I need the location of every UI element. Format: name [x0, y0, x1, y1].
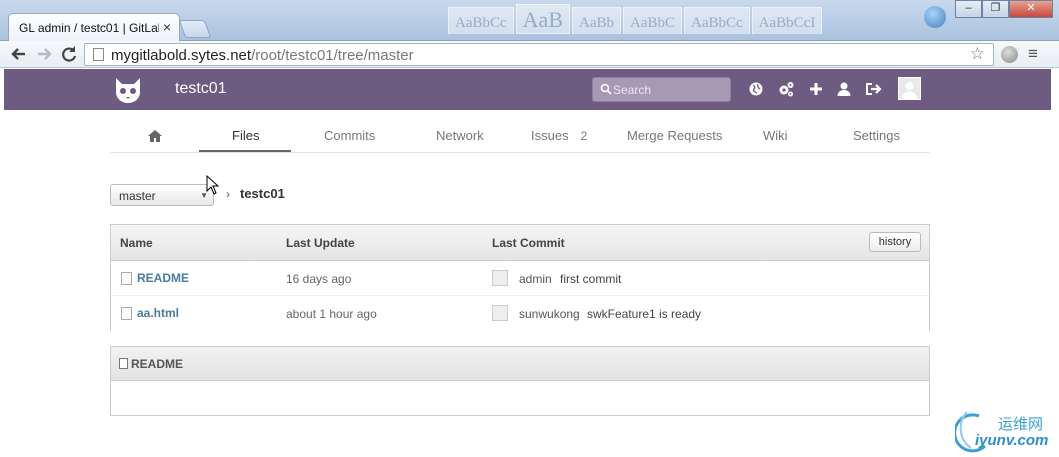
url-host: mygitlabold.sytes.net: [111, 47, 252, 64]
breadcrumb-project[interactable]: testc01: [240, 186, 285, 201]
background-word-ribbon: AaBbCc AaB AaBb AaBbC AaBbCc AaBbCcI: [448, 4, 928, 34]
gitlab-header: testc01: [4, 69, 1051, 110]
user-profile-icon[interactable]: [834, 79, 854, 99]
forward-arrow-icon[interactable]: [33, 43, 55, 65]
table-row[interactable]: README 16 days ago admin first commit: [111, 261, 929, 296]
commit-message-link[interactable]: swkFeature1 is ready: [587, 307, 701, 321]
commit-author[interactable]: admin: [519, 272, 552, 286]
sign-out-icon[interactable]: [863, 79, 883, 99]
file-tree-table: Name Last Update Last Commit history REA…: [110, 224, 930, 331]
search-box[interactable]: [592, 77, 731, 102]
column-header-name: Name: [120, 236, 153, 250]
new-tab-button[interactable]: [178, 20, 212, 38]
close-window-button[interactable]: ✕: [1009, 0, 1053, 18]
issues-count-badge: 2: [580, 129, 588, 143]
tab-files[interactable]: Files: [232, 128, 259, 143]
address-bar[interactable]: mygitlabold.sytes.net/root/testc01/tree/…: [84, 43, 994, 66]
column-header-last-commit: Last Commit: [492, 236, 565, 250]
last-update-cell: 16 days ago: [286, 272, 352, 286]
readme-title: README: [131, 357, 184, 371]
project-nav: Files Commits Network Issues 2 Merge Requ…: [110, 120, 930, 153]
browser-toolbar: mygitlabold.sytes.net/root/testc01/tree/…: [0, 41, 1059, 68]
project-title[interactable]: testc01: [175, 80, 227, 98]
file-icon: [121, 307, 132, 320]
branch-select-value: master: [119, 189, 156, 203]
gitlab-logo-icon[interactable]: [112, 74, 144, 106]
tab-close-button[interactable]: ×: [163, 19, 171, 35]
tab-commits[interactable]: Commits: [324, 128, 375, 143]
file-name-link[interactable]: README: [137, 271, 189, 285]
file-icon: [121, 272, 132, 285]
active-tab-indicator: [199, 150, 291, 152]
admin-gears-icon[interactable]: [776, 79, 796, 99]
ribbon-style: AaBb: [572, 7, 621, 34]
tab-issues-label: Issues: [531, 128, 569, 143]
bookmark-star-icon[interactable]: ☆: [970, 44, 985, 64]
table-header: Name Last Update Last Commit history: [111, 225, 929, 261]
browser-tab[interactable]: GL admin / testc01 | GitLab ×: [8, 13, 180, 41]
readme-panel: README: [110, 346, 930, 416]
tab-wiki[interactable]: Wiki: [763, 128, 788, 143]
page-icon: [93, 48, 104, 61]
tab-network[interactable]: Network: [436, 128, 484, 143]
ribbon-style: AaBbC: [623, 7, 682, 34]
tab-issues[interactable]: Issues 2: [531, 128, 587, 143]
history-button[interactable]: history: [869, 232, 921, 252]
ribbon-style: AaBbCcI: [751, 7, 823, 34]
plus-icon[interactable]: [806, 79, 826, 99]
watermark-url: iyunv.com: [975, 432, 1049, 449]
browser-titlebar: AaBbCc AaB AaBb AaBbC AaBbCc AaBbCcI GL admin…: [0, 0, 1059, 41]
file-name-link[interactable]: aa.html: [137, 306, 179, 320]
commit-message-link[interactable]: first commit: [560, 272, 621, 286]
file-icon: [119, 358, 128, 369]
window-controls: ‒ ❐ ✕: [955, 0, 1053, 18]
commit-author[interactable]: sunwukong: [519, 307, 580, 321]
search-input[interactable]: [613, 81, 725, 99]
table-row[interactable]: aa.html about 1 hour ago sunwukong swkFe…: [111, 296, 929, 331]
browser-menu-icon[interactable]: ≡: [1028, 44, 1038, 64]
readme-header: README: [111, 347, 929, 381]
user-avatar[interactable]: [898, 77, 921, 100]
tab-settings[interactable]: Settings: [853, 128, 900, 143]
explore-globe-icon[interactable]: [746, 79, 766, 99]
back-arrow-icon[interactable]: [8, 43, 30, 65]
column-header-last-update: Last Update: [286, 236, 355, 250]
ribbon-style: AaB: [515, 4, 570, 34]
last-update-cell: about 1 hour ago: [286, 307, 377, 321]
reload-icon[interactable]: [58, 43, 80, 65]
author-avatar: [492, 270, 508, 286]
minimize-button[interactable]: ‒: [955, 0, 982, 18]
globe-icon: [924, 6, 946, 28]
url-path: /root/testc01/tree/master: [251, 47, 414, 64]
mouse-cursor-icon: [206, 175, 220, 195]
restore-button[interactable]: ❐: [982, 0, 1009, 18]
tab-title: GL admin / testc01 | GitLab: [19, 21, 159, 35]
author-avatar: [492, 305, 508, 321]
breadcrumb-separator: ›: [226, 187, 230, 201]
ribbon-style: AaBbCc: [684, 7, 750, 34]
url-text[interactable]: mygitlabold.sytes.net/root/testc01/tree/…: [111, 47, 414, 64]
extension-globe-icon[interactable]: [1001, 46, 1018, 63]
watermark-text: 运维网: [998, 415, 1044, 433]
home-icon[interactable]: [147, 129, 163, 143]
branch-select[interactable]: master ▼: [110, 184, 214, 206]
ribbon-style: AaBbCc: [448, 7, 514, 34]
tab-merge-requests[interactable]: Merge Requests: [627, 128, 722, 143]
search-icon: [600, 83, 612, 95]
